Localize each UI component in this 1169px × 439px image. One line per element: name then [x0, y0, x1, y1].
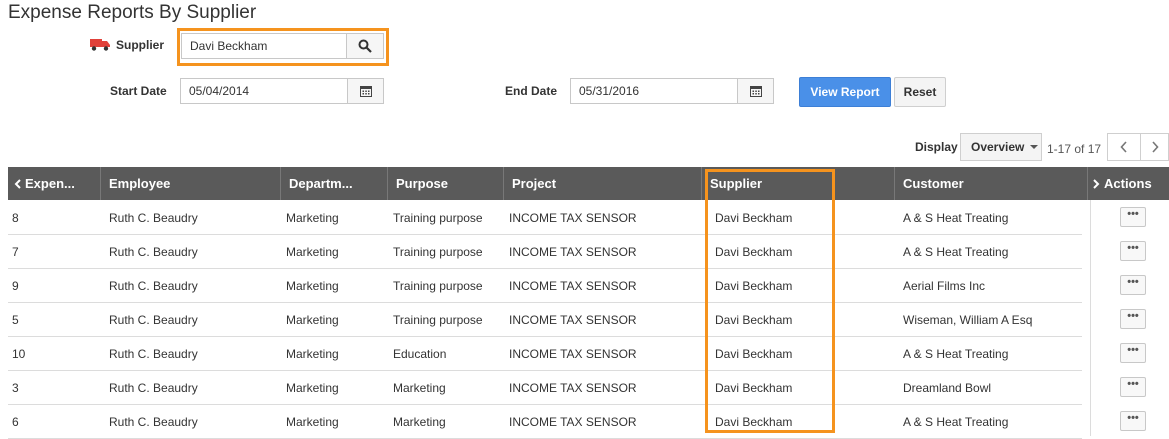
chevron-right-icon: [1093, 179, 1100, 189]
cell-employee: Ruth C. Beaudry: [109, 415, 198, 429]
cell-department: Marketing: [286, 211, 339, 225]
cell-employee: Ruth C. Beaudry: [109, 245, 198, 259]
next-page-button[interactable]: [1140, 133, 1169, 161]
column-header-customer[interactable]: Customer: [895, 167, 1088, 200]
page-title: Expense Reports By Supplier: [8, 2, 257, 23]
row-actions-button[interactable]: •••: [1120, 309, 1146, 329]
column-header-expense[interactable]: Expen...: [8, 167, 101, 200]
table-row[interactable]: 8 Ruth C. Beaudry Marketing Training purpos…: [8, 201, 1082, 235]
cell-expense-id: 9: [12, 279, 19, 293]
reset-button[interactable]: Reset: [894, 77, 946, 107]
cell-department: Marketing: [286, 313, 339, 327]
column-header-label: Expen...: [25, 176, 75, 191]
column-header-employee[interactable]: Employee: [101, 167, 281, 200]
table-row[interactable]: 7 Ruth C. Beaudry Marketing Training purpos…: [8, 235, 1082, 269]
supplier-highlight: [177, 28, 389, 66]
cell-customer: A & S Heat Treating: [903, 347, 1009, 361]
table-row[interactable]: 9 Ruth C. Beaudry Marketing Training purpos…: [8, 269, 1082, 303]
calendar-icon: [749, 86, 762, 97]
page-count: 1-17 of 17: [1047, 142, 1102, 156]
cell-expense-id: 5: [12, 313, 19, 327]
view-report-button[interactable]: View Report: [799, 77, 891, 107]
end-date-label: End Date: [505, 84, 558, 98]
column-header-label: Actions: [1104, 176, 1152, 191]
table-row[interactable]: 3 Ruth C. Beaudry Marketing Marketing INCOME…: [8, 371, 1082, 405]
row-actions-button[interactable]: •••: [1120, 207, 1146, 227]
row-actions-button[interactable]: •••: [1120, 241, 1146, 261]
cell-project: INCOME TAX SENSOR: [509, 381, 637, 395]
cell-department: Marketing: [286, 279, 339, 293]
row-actions-button[interactable]: •••: [1120, 377, 1146, 397]
table-row[interactable]: 5 Ruth C. Beaudry Marketing Training purpos…: [8, 303, 1082, 337]
table-row[interactable]: 6 Ruth C. Beaudry Marketing Marketing INCOME…: [8, 405, 1082, 439]
caret-down-icon: [1030, 145, 1039, 149]
cell-purpose: Education: [393, 347, 447, 361]
cell-customer: Aerial Films Inc: [903, 279, 986, 293]
chevron-right-icon: [1151, 141, 1159, 153]
cell-employee: Ruth C. Beaudry: [109, 211, 198, 225]
cell-purpose: Training purpose: [393, 279, 483, 293]
cell-employee: Ruth C. Beaudry: [109, 279, 198, 293]
cell-department: Marketing: [286, 245, 339, 259]
cell-purpose: Training purpose: [393, 313, 483, 327]
cell-expense-id: 10: [12, 347, 26, 361]
table-row[interactable]: 10 Ruth C. Beaudry Marketing Education INCOM…: [8, 337, 1082, 371]
end-date-input[interactable]: 05/31/2016: [570, 78, 738, 104]
display-select[interactable]: Overview: [960, 133, 1042, 161]
cell-project: INCOME TAX SENSOR: [509, 279, 637, 293]
cell-project: INCOME TAX SENSOR: [509, 415, 637, 429]
cell-customer: Dreamland Bowl: [903, 381, 992, 395]
cell-project: INCOME TAX SENSOR: [509, 245, 637, 259]
cell-employee: Ruth C. Beaudry: [109, 381, 198, 395]
start-date-input[interactable]: 05/04/2014: [180, 78, 348, 104]
cell-employee: Ruth C. Beaudry: [109, 347, 198, 361]
column-header-department[interactable]: Departm...: [281, 167, 388, 200]
row-actions-button[interactable]: •••: [1120, 343, 1146, 363]
cell-department: Marketing: [286, 347, 339, 361]
column-header-project[interactable]: Project: [504, 167, 702, 200]
cell-customer: A & S Heat Treating: [903, 415, 1009, 429]
row-actions-button[interactable]: •••: [1120, 411, 1146, 431]
cell-expense-id: 7: [12, 245, 19, 259]
end-date-calendar-button[interactable]: [737, 78, 774, 104]
cell-customer: Wiseman, William A Esq: [903, 313, 1033, 327]
display-label: Display: [915, 140, 958, 154]
cell-customer: A & S Heat Treating: [903, 245, 1009, 259]
cell-employee: Ruth C. Beaudry: [109, 313, 198, 327]
cell-expense-id: 8: [12, 211, 19, 225]
cell-project: INCOME TAX SENSOR: [509, 347, 637, 361]
cell-department: Marketing: [286, 381, 339, 395]
start-date-calendar-button[interactable]: [347, 78, 384, 104]
start-date-label: Start Date: [110, 84, 167, 98]
table-header: Expen... Employee Departm... Purpose Pro…: [8, 167, 1169, 200]
cell-customer: A & S Heat Treating: [903, 211, 1009, 225]
chevron-left-icon: [1120, 141, 1127, 153]
cell-purpose: Marketing: [393, 381, 446, 395]
column-header-purpose[interactable]: Purpose: [388, 167, 504, 200]
truck-icon: [90, 39, 110, 51]
cell-expense-id: 6: [12, 415, 19, 429]
chevron-left-icon: [14, 179, 21, 189]
cell-expense-id: 3: [12, 381, 19, 395]
column-header-actions[interactable]: Actions: [1088, 167, 1169, 200]
cell-purpose: Marketing: [393, 415, 446, 429]
cell-project: INCOME TAX SENSOR: [509, 313, 637, 327]
cell-department: Marketing: [286, 415, 339, 429]
prev-page-button[interactable]: [1107, 133, 1141, 161]
supplier-label: Supplier: [116, 38, 165, 52]
cell-purpose: Training purpose: [393, 211, 483, 225]
row-actions-button[interactable]: •••: [1120, 275, 1146, 295]
calendar-icon: [359, 86, 372, 97]
cell-purpose: Training purpose: [393, 245, 483, 259]
cell-project: INCOME TAX SENSOR: [509, 211, 637, 225]
display-select-value: Overview: [971, 140, 1025, 154]
supplier-column-highlight: [705, 169, 835, 433]
